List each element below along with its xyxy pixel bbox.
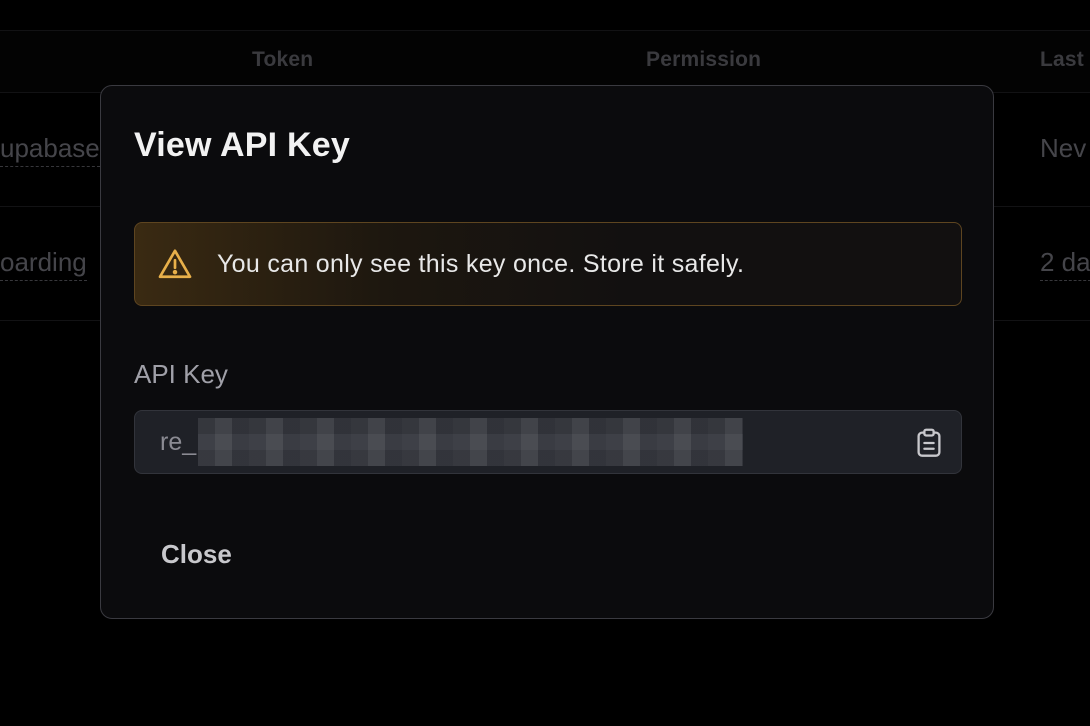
redacted-key-value bbox=[198, 418, 744, 466]
view-api-key-dialog: View API Key You can only see this key o… bbox=[100, 85, 994, 619]
warning-callout: You can only see this key once. Store it… bbox=[134, 222, 962, 306]
clipboard-icon[interactable] bbox=[915, 428, 943, 458]
warning-triangle-icon bbox=[158, 249, 192, 279]
dialog-title: View API Key bbox=[134, 126, 350, 164]
warning-text: You can only see this key once. Store it… bbox=[217, 249, 745, 278]
close-button[interactable]: Close bbox=[139, 526, 254, 582]
api-key-field[interactable]: re_ bbox=[134, 410, 962, 474]
api-key-prefix: re_ bbox=[160, 427, 197, 456]
api-key-label: API Key bbox=[134, 359, 228, 389]
